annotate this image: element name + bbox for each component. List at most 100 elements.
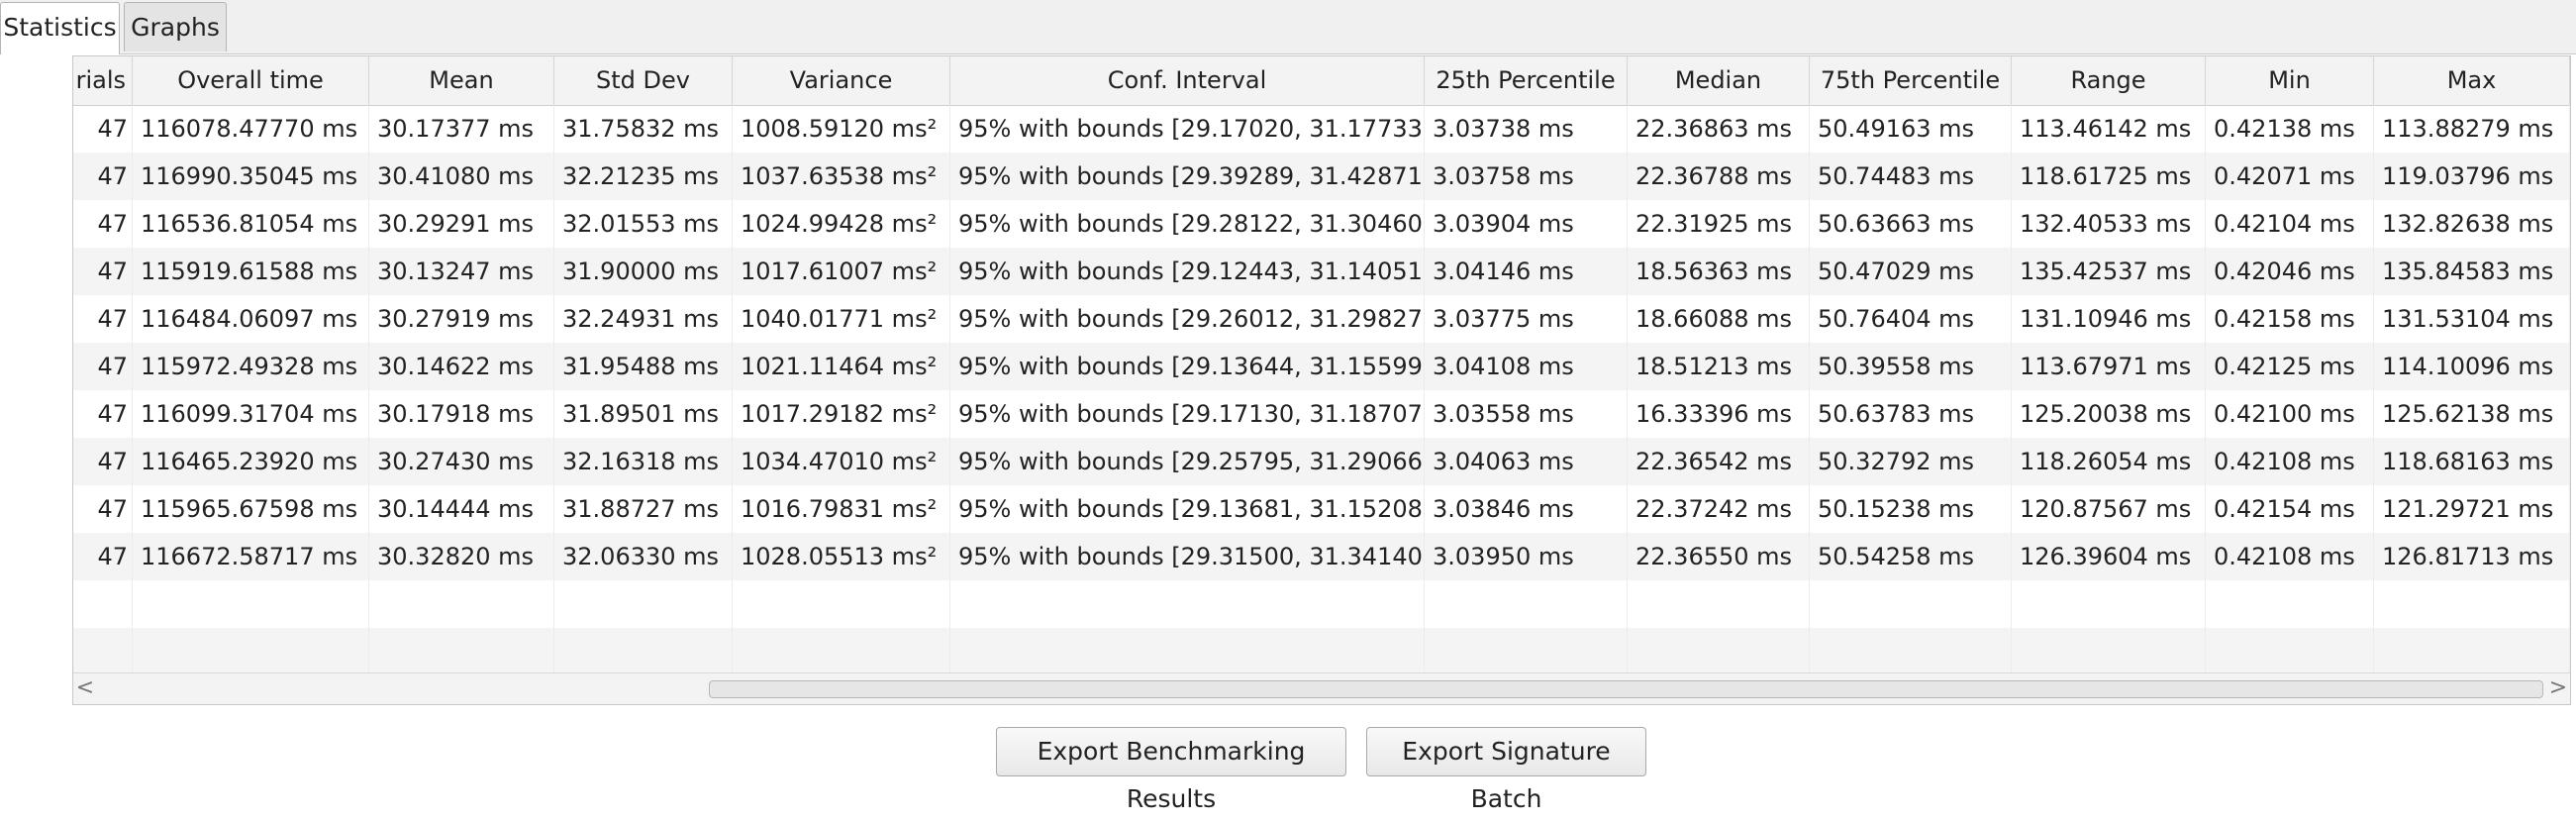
cell-max: 135.84583 ms: [2374, 248, 2570, 295]
column-header-conf-interval[interactable]: Conf. Interval: [950, 56, 1425, 105]
cell-trials: 47: [73, 438, 133, 485]
cell-max: 121.29721 ms: [2374, 485, 2570, 533]
table-row[interactable]: 47 116465.23920 ms 30.27430 ms 32.16318 ms 1…: [73, 438, 2570, 485]
cell-p75: 50.49163 ms: [1810, 105, 2012, 153]
cell-range: [2012, 580, 2206, 628]
cell-mean: 30.14622 ms: [369, 343, 554, 390]
cell-std-dev: 31.88727 ms: [554, 485, 733, 533]
table-row[interactable]: 47 116099.31704 ms 30.17918 ms 31.89501 ms 1…: [73, 390, 2570, 438]
cell-std-dev: 32.16318 ms: [554, 438, 733, 485]
cell-p25: [1425, 628, 1628, 675]
column-header-median[interactable]: Median: [1628, 56, 1810, 105]
column-header-max[interactable]: Max: [2374, 56, 2570, 105]
cell-p25: 3.03846 ms: [1425, 485, 1628, 533]
cell-p25: 3.03758 ms: [1425, 153, 1628, 200]
export-signature-batch-button[interactable]: Export Signature Batch: [1366, 727, 1646, 813]
cell-max: 126.81713 ms: [2374, 533, 2570, 580]
column-header-p25[interactable]: 25th Percentile: [1425, 56, 1628, 105]
cell-trials: [73, 628, 133, 675]
tab-graphs[interactable]: Graphs: [124, 2, 227, 51]
cell-trials: [73, 580, 133, 628]
table-row[interactable]: 47 116078.47770 ms 30.17377 ms 31.75832 ms 1…: [73, 105, 2570, 153]
cell-overall-time: 116536.81054 ms: [133, 200, 369, 248]
cell-conf-interval: 95% with bounds [29.17130, 31.18707]: [950, 390, 1425, 438]
cell-mean: 30.13247 ms: [369, 248, 554, 295]
cell-p75: 50.76404 ms: [1810, 295, 2012, 343]
cell-min: 0.42158 ms: [2206, 295, 2374, 343]
column-header-range[interactable]: Range: [2012, 56, 2206, 105]
cell-variance: 1008.59120 ms²: [733, 105, 950, 153]
cell-overall-time: 116078.47770 ms: [133, 105, 369, 153]
table-row[interactable]: [73, 580, 2570, 628]
table-row[interactable]: 47 116672.58717 ms 30.32820 ms 32.06330 ms 1…: [73, 533, 2570, 580]
cell-p75: 50.63663 ms: [1810, 200, 2012, 248]
table-row[interactable]: 47 115919.61588 ms 30.13247 ms 31.90000 ms 1…: [73, 248, 2570, 295]
cell-mean: 30.27430 ms: [369, 438, 554, 485]
tab-bar: Statistics Graphs: [0, 0, 2576, 54]
cell-median: 18.66088 ms: [1628, 295, 1810, 343]
cell-max: 114.10096 ms: [2374, 343, 2570, 390]
cell-p25: 3.03904 ms: [1425, 200, 1628, 248]
cell-median: [1628, 580, 1810, 628]
cell-min: 0.42138 ms: [2206, 105, 2374, 153]
table-row[interactable]: [73, 628, 2570, 675]
table-body: 47 116078.47770 ms 30.17377 ms 31.75832 ms 1…: [73, 105, 2570, 675]
cell-variance: 1016.79831 ms²: [733, 485, 950, 533]
table-row[interactable]: 47 115972.49328 ms 30.14622 ms 31.95488 ms 1…: [73, 343, 2570, 390]
cell-p25: 3.03775 ms: [1425, 295, 1628, 343]
column-header-std-dev[interactable]: Std Dev: [554, 56, 733, 105]
cell-mean: 30.29291 ms: [369, 200, 554, 248]
table-row[interactable]: 47 116484.06097 ms 30.27919 ms 32.24931 ms 1…: [73, 295, 2570, 343]
cell-conf-interval: 95% with bounds [29.31500, 31.34140]: [950, 533, 1425, 580]
table-row[interactable]: 47 116536.81054 ms 30.29291 ms 32.01553 ms 1…: [73, 200, 2570, 248]
column-header-min[interactable]: Min: [2206, 56, 2374, 105]
column-header-overall-time[interactable]: Overall time: [133, 56, 369, 105]
cell-variance: [733, 628, 950, 675]
cell-overall-time: 116484.06097 ms: [133, 295, 369, 343]
column-header-variance[interactable]: Variance: [733, 56, 950, 105]
cell-range: 113.46142 ms: [2012, 105, 2206, 153]
export-benchmarking-results-button[interactable]: Export Benchmarking Results: [996, 727, 1346, 813]
cell-mean: [369, 580, 554, 628]
cell-min: [2206, 580, 2374, 628]
cell-p25: 3.04108 ms: [1425, 343, 1628, 390]
cell-mean: [369, 628, 554, 675]
column-header-trials[interactable]: rials: [73, 56, 133, 105]
cell-variance: 1028.05513 ms²: [733, 533, 950, 580]
cell-median: 18.56363 ms: [1628, 248, 1810, 295]
cell-p25: [1425, 580, 1628, 628]
horizontal-scrollbar[interactable]: < >: [73, 672, 2570, 704]
cell-variance: 1017.61007 ms²: [733, 248, 950, 295]
cell-range: 126.39604 ms: [2012, 533, 2206, 580]
scroll-right-icon[interactable]: >: [2546, 673, 2570, 704]
cell-range: 125.20038 ms: [2012, 390, 2206, 438]
cell-p75: 50.54258 ms: [1810, 533, 2012, 580]
cell-std-dev: 32.06330 ms: [554, 533, 733, 580]
cell-p25: 3.03950 ms: [1425, 533, 1628, 580]
cell-median: 22.36788 ms: [1628, 153, 1810, 200]
scrollbar-thumb[interactable]: [709, 680, 2543, 698]
cell-std-dev: 31.90000 ms: [554, 248, 733, 295]
table-row[interactable]: 47 115965.67598 ms 30.14444 ms 31.88727 ms 1…: [73, 485, 2570, 533]
cell-overall-time: 115965.67598 ms: [133, 485, 369, 533]
column-header-p75[interactable]: 75th Percentile: [1810, 56, 2012, 105]
scroll-left-icon[interactable]: <: [73, 673, 97, 704]
cell-range: 132.40533 ms: [2012, 200, 2206, 248]
cell-median: 16.33396 ms: [1628, 390, 1810, 438]
column-header-mean[interactable]: Mean: [369, 56, 554, 105]
cell-min: 0.42108 ms: [2206, 533, 2374, 580]
cell-max: [2374, 628, 2570, 675]
cell-p75: 50.32792 ms: [1810, 438, 2012, 485]
cell-std-dev: [554, 580, 733, 628]
cell-std-dev: 31.95488 ms: [554, 343, 733, 390]
cell-trials: 47: [73, 343, 133, 390]
table-row[interactable]: 47 116990.35045 ms 30.41080 ms 32.21235 ms 1…: [73, 153, 2570, 200]
cell-max: 119.03796 ms: [2374, 153, 2570, 200]
cell-median: 22.36542 ms: [1628, 438, 1810, 485]
cell-mean: 30.27919 ms: [369, 295, 554, 343]
cell-conf-interval: 95% with bounds [29.12443, 31.14051]: [950, 248, 1425, 295]
tab-statistics[interactable]: Statistics: [0, 2, 120, 54]
cell-p25: 3.03558 ms: [1425, 390, 1628, 438]
cell-overall-time: 115972.49328 ms: [133, 343, 369, 390]
cell-min: 0.42100 ms: [2206, 390, 2374, 438]
